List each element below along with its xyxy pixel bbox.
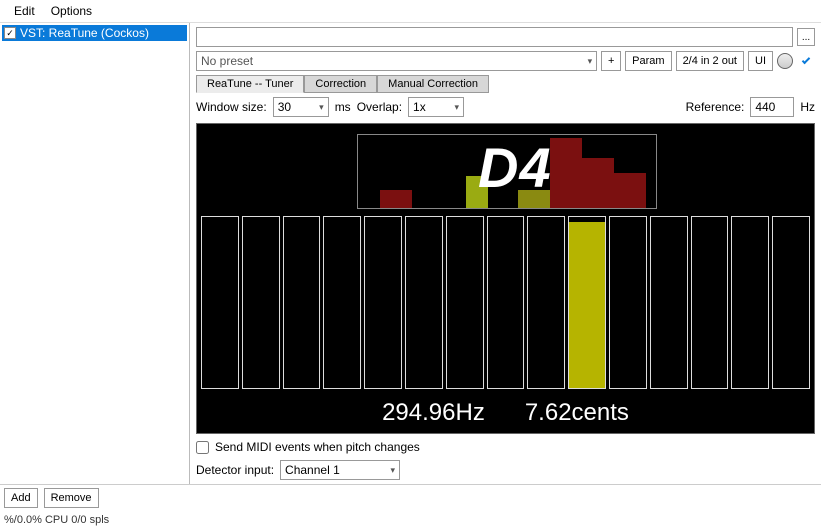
tuner-bar-slot [487,216,525,389]
menu-options[interactable]: Options [45,2,98,20]
chevron-down-icon: ▾ [588,56,593,67]
tuner-bar-slot [201,216,239,389]
window-size-label: Window size: [196,100,267,114]
chevron-down-icon: ▾ [391,465,396,476]
tuner-bar-slot [609,216,647,389]
cpu-status: %/0.0% CPU 0/0 spls [4,514,109,526]
send-midi-row[interactable]: Send MIDI events when pitch changes [196,440,815,454]
window-size-unit: ms [335,100,351,114]
tab-tuner[interactable]: ReaTune -- Tuner [196,75,304,93]
chevron-down-icon: ▾ [319,102,324,113]
detector-input-select[interactable]: Channel 1 ▾ [280,460,400,480]
tuner-bar-slot [405,216,443,389]
bypass-toggle[interactable] [797,52,815,70]
tuner-bar-slot [283,216,321,389]
detected-note: D4 [478,135,552,200]
footer: Add Remove %/0.0% CPU 0/0 spls [0,484,821,528]
chevron-down-icon: ▾ [455,102,460,113]
cents-readout: 7.62cents [525,399,629,427]
tab-manual-correction[interactable]: Manual Correction [377,75,489,93]
menu-edit[interactable]: Edit [8,2,41,20]
tuner-bar-slot [323,216,361,389]
tuner-display: D4 294.96Hz 7.62cents [196,123,815,434]
param-button[interactable]: Param [625,51,671,71]
tuner-bar-slot [527,216,565,389]
tuner-bar-slot [242,216,280,389]
tuner-bar-slot [650,216,688,389]
tuner-history: D4 [357,134,657,209]
tuner-bar-slot [691,216,729,389]
ui-button[interactable]: UI [748,51,773,71]
wet-dry-knob[interactable] [777,53,793,69]
tuner-bar-slot [568,216,606,389]
overlap-label: Overlap: [357,100,402,114]
tuner-bar-slot [772,216,810,389]
tuner-bar-slot [731,216,769,389]
fx-title-field[interactable] [196,27,793,47]
fx-name: VST: ReaTune (Cockos) [20,26,149,40]
tab-correction[interactable]: Correction [304,75,377,93]
preset-value: No preset [201,54,253,68]
tuner-bar-graph [201,216,810,389]
menubar: Edit Options [0,0,821,22]
remove-button[interactable]: Remove [44,488,99,508]
fx-item-reatune[interactable]: VST: ReaTune (Cockos) [2,25,187,41]
tuner-bar-slot [364,216,402,389]
fx-enable-checkbox[interactable] [4,27,16,39]
send-midi-checkbox[interactable] [196,441,209,454]
preset-select[interactable]: No preset ▾ [196,51,597,71]
detector-input-label: Detector input: [196,463,274,477]
preset-add-button[interactable]: + [601,51,621,71]
reference-input[interactable]: 440 [750,97,794,117]
more-button[interactable]: ... [797,28,815,46]
add-button[interactable]: Add [4,488,38,508]
overlap-select[interactable]: 1x ▾ [408,97,464,117]
reference-label: Reference: [686,100,745,114]
routing-button[interactable]: 2/4 in 2 out [676,51,744,71]
send-midi-label: Send MIDI events when pitch changes [215,440,420,454]
reference-unit: Hz [800,100,815,114]
window-size-select[interactable]: 30 ▾ [273,97,329,117]
fx-list-pane: VST: ReaTune (Cockos) [0,23,190,484]
tuner-bar-slot [446,216,484,389]
frequency-readout: 294.96Hz [382,399,485,427]
tabs: ReaTune -- Tuner Correction Manual Corre… [196,75,815,93]
